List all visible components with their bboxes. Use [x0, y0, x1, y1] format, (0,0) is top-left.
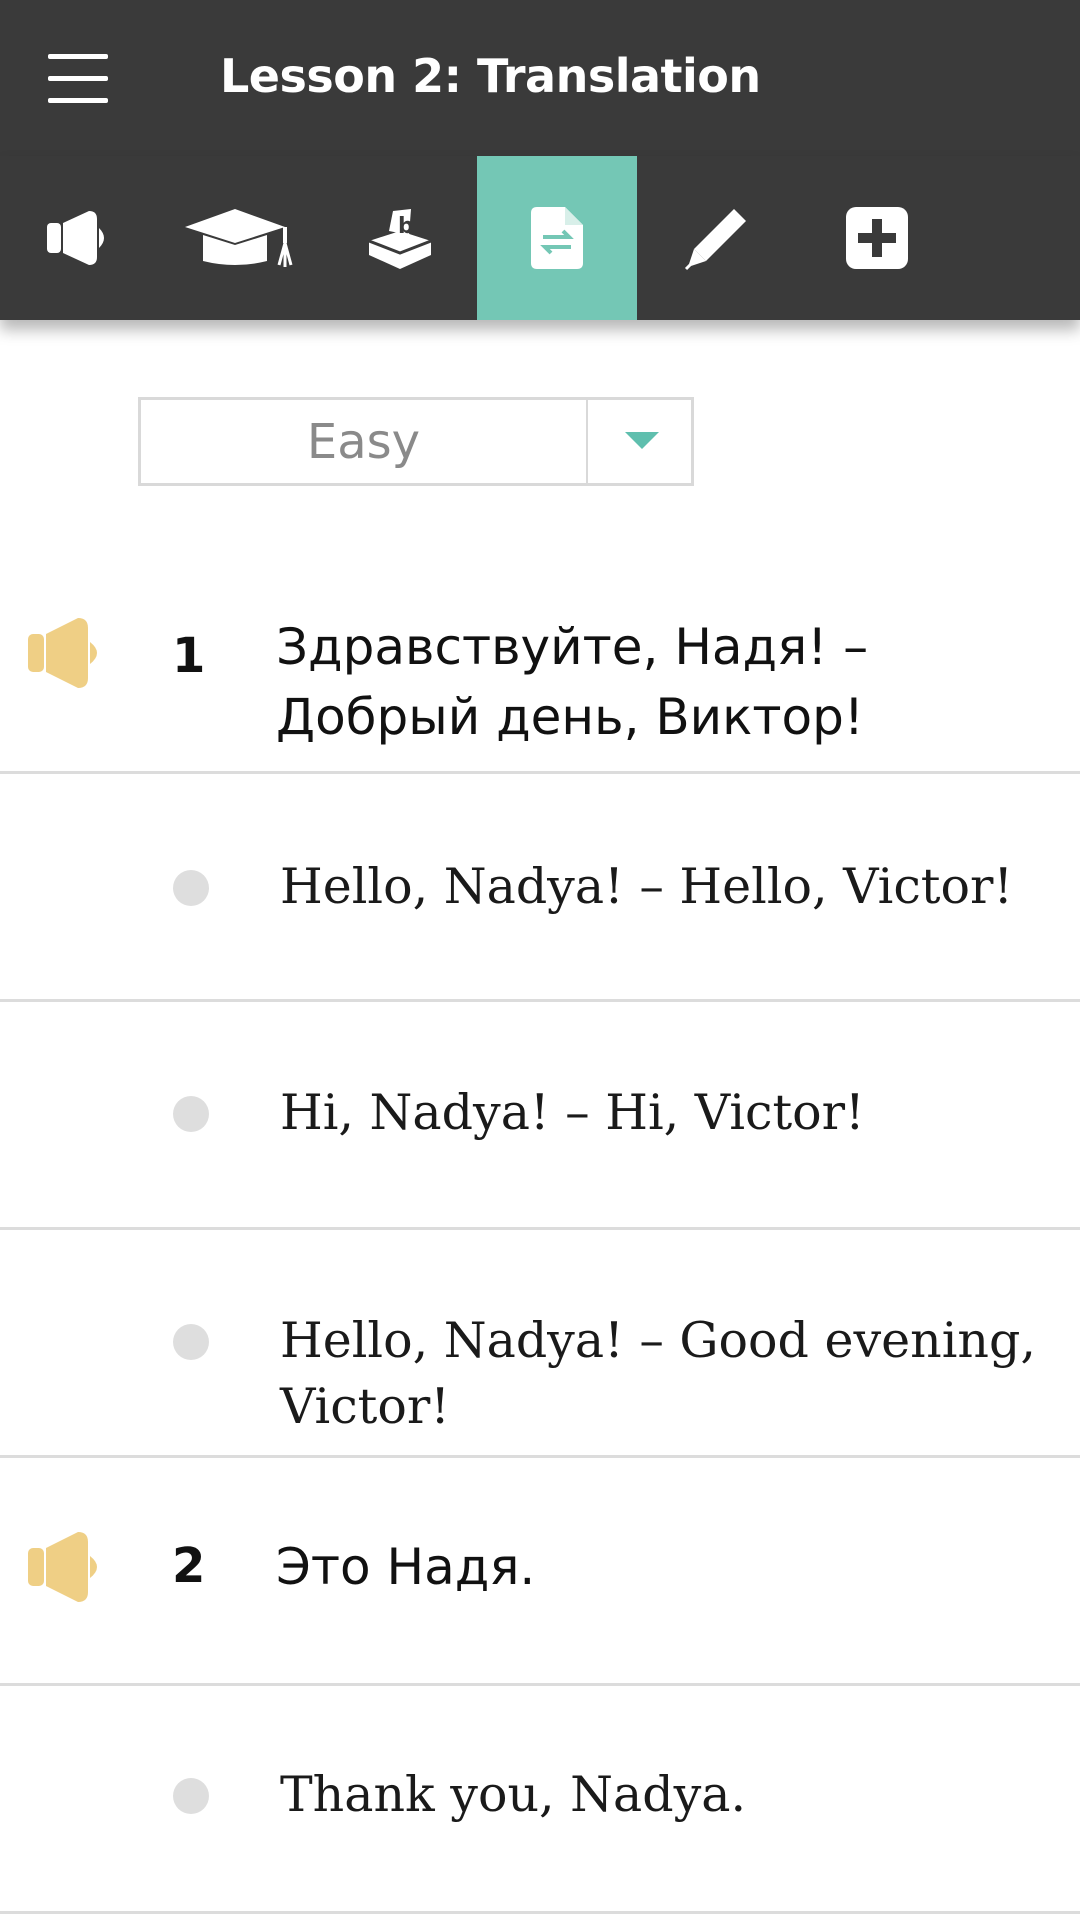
answer-option[interactable]: Hello, Nadya! – Good evening, Victor! — [0, 1230, 1080, 1458]
radio-dot[interactable] — [173, 1096, 209, 1132]
svg-text:b: b — [398, 214, 414, 239]
megaphone-icon — [47, 211, 104, 265]
toolbar: b — [0, 156, 1080, 320]
speaker-icon[interactable] — [26, 612, 108, 694]
tab-listen[interactable] — [0, 156, 160, 320]
translation-document-icon — [531, 207, 583, 269]
radio-dot[interactable] — [173, 870, 209, 906]
difficulty-value: Easy — [306, 413, 421, 470]
phrase-number: 1 — [172, 628, 206, 684]
menu-icon[interactable] — [36, 38, 124, 118]
difficulty-dropdown[interactable]: Easy — [138, 397, 694, 486]
page-title: Lesson 2: Translation — [220, 49, 761, 103]
option-text[interactable]: Hi, Nadya! – Hi, Victor! — [280, 1080, 1050, 1146]
app-header: Lesson 2: Translation — [0, 0, 1080, 156]
tab-more[interactable] — [797, 156, 957, 320]
option-text[interactable]: Hello, Nadya! – Hello, Victor! — [280, 854, 1050, 920]
phrase-row: 2 Это Надя. — [0, 1458, 1080, 1686]
tab-words[interactable]: b — [320, 156, 480, 320]
select-divider — [586, 400, 588, 483]
radio-dot[interactable] — [173, 1778, 209, 1814]
tab-write[interactable] — [637, 156, 797, 320]
radio-dot[interactable] — [173, 1324, 209, 1360]
phrase-text: Здравствуйте, Надя! – Добрый день, Викто… — [276, 618, 869, 746]
answer-option[interactable]: Thank you, Nadya. — [0, 1686, 1080, 1914]
answer-option[interactable]: Hi, Nadya! – Hi, Victor! — [0, 1002, 1080, 1230]
letter-box-icon: b — [368, 209, 432, 269]
graduation-cap-icon — [185, 209, 293, 267]
tab-translation[interactable] — [477, 156, 637, 320]
option-text[interactable]: Thank you, Nadya. — [280, 1762, 1050, 1828]
phrase-row: 1 Здравствуйте, Надя! – Добрый день, Вик… — [0, 590, 1080, 774]
speaker-icon[interactable] — [26, 1526, 108, 1608]
phrase-number: 2 — [172, 1538, 206, 1594]
answer-option[interactable]: Hello, Nadya! – Hello, Victor! — [0, 774, 1080, 1002]
option-text[interactable]: Hello, Nadya! – Good evening, Victor! — [280, 1308, 1050, 1440]
pen-icon — [684, 209, 746, 271]
chevron-down-icon — [625, 432, 659, 449]
phrase-text: Это Надя. — [276, 1538, 536, 1596]
tab-learn[interactable] — [160, 156, 320, 320]
plus-box-icon — [846, 207, 908, 269]
